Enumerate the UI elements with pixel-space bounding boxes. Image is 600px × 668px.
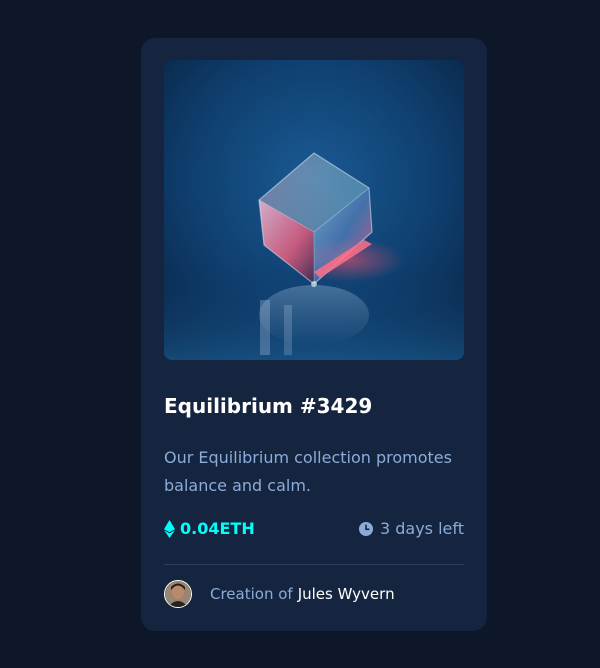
clock-icon	[358, 522, 373, 536]
nft-title[interactable]: Equilibrium #3429	[164, 394, 372, 418]
nft-price: 0.04ETH	[164, 516, 255, 542]
nft-time-left: 3 days left	[358, 516, 464, 542]
divider	[164, 564, 464, 565]
avatar	[164, 580, 192, 608]
cube-image	[164, 60, 464, 360]
price-value: 0.04ETH	[180, 519, 255, 538]
nft-image[interactable]	[164, 60, 464, 360]
nft-creator: Creation of Jules Wyvern	[164, 580, 395, 608]
creator-prefix: Creation of	[210, 585, 293, 603]
time-left-value: 3 days left	[379, 519, 464, 538]
nft-meta: 0.04ETH 3 days left	[164, 516, 464, 542]
ethereum-icon	[164, 520, 175, 538]
nft-card: Equilibrium #3429 Our Equilibrium collec…	[141, 38, 487, 631]
nft-description: Our Equilibrium collection promotes bala…	[164, 448, 452, 495]
creator-name-link[interactable]: Jules Wyvern	[298, 585, 395, 603]
